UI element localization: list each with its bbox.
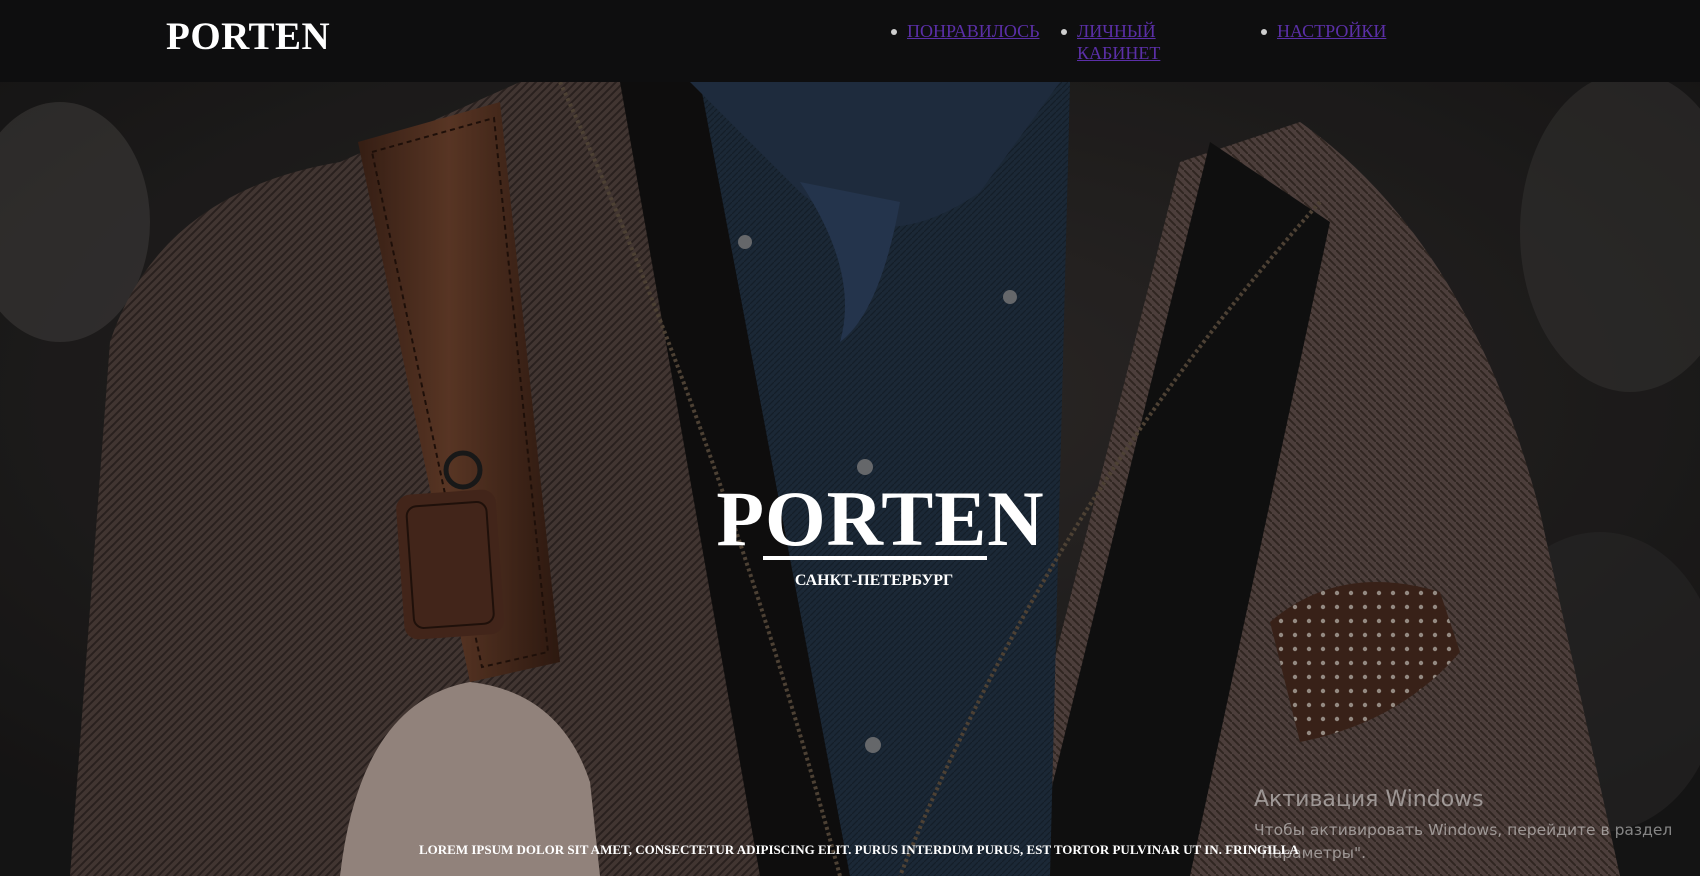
watermark-title: Активация Windows — [1254, 787, 1484, 812]
windows-activation-watermark: Активация Windows Чтобы активировать Win… — [1254, 786, 1684, 865]
nav-item-liked: Понравилось — [891, 20, 1057, 42]
hero-divider — [763, 556, 987, 560]
site-header: PORTEN Понравилось Личный кабинет Настро… — [0, 0, 1700, 82]
nav-item-account: Личный кабинет — [1061, 20, 1217, 64]
hero-section: PORTEN САНКТ-ПЕТЕРБУРГ Lorem ipsum dolor… — [0, 82, 1700, 876]
nav-link-settings[interactable]: Настройки — [1277, 21, 1386, 41]
hero-subtitle: САНКТ-ПЕТЕРБУРГ — [794, 572, 954, 589]
nav-link-account[interactable]: Личный кабинет — [1077, 21, 1160, 63]
watermark-subtitle: Чтобы активировать Windows, перейдите в … — [1254, 821, 1673, 862]
site-logo[interactable]: PORTEN — [166, 14, 330, 59]
nav-item-settings: Настройки — [1261, 20, 1427, 42]
hero-title: PORTEN — [716, 475, 1045, 562]
hero-footer-text: Lorem ipsum dolor sit amet, consectetur … — [419, 842, 1299, 857]
nav-link-liked[interactable]: Понравилось — [907, 21, 1039, 41]
